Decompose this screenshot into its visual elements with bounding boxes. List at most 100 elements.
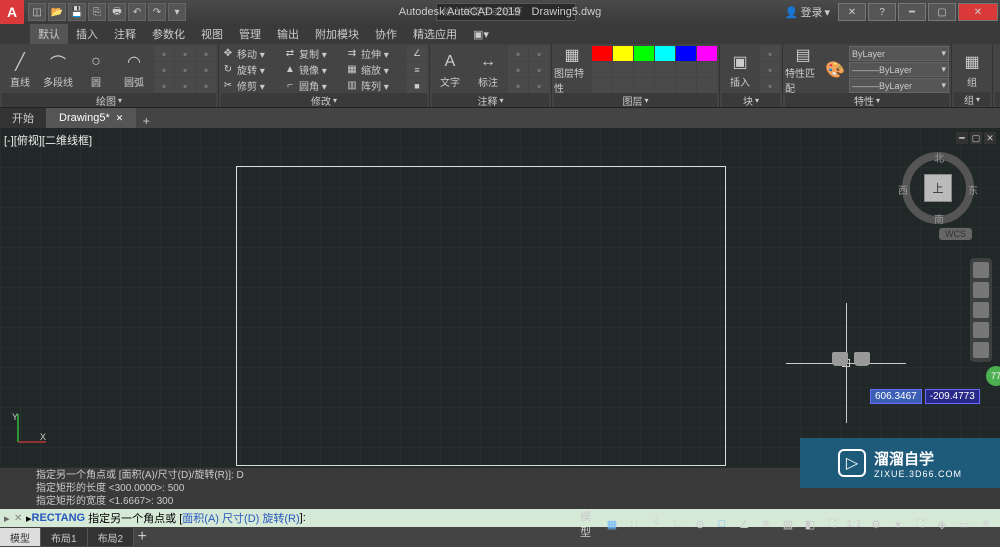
status-lwt-button[interactable]: ≡ bbox=[756, 515, 776, 533]
dynamic-input[interactable]: 606.3467 -209.4773 bbox=[870, 389, 980, 404]
ribbon-tiny-btn[interactable]: ▫ bbox=[529, 78, 549, 93]
ribbon-overflow-icon[interactable]: ▣▾ bbox=[465, 24, 497, 44]
ribbon-tiny-btn[interactable]: ▫ bbox=[529, 62, 549, 77]
ribbon-small-btn[interactable]: ▦缩放 ▾ bbox=[345, 62, 405, 77]
ribbon-tiny-btn[interactable]: ▫ bbox=[508, 78, 528, 93]
help-icon[interactable]: ? bbox=[868, 3, 896, 21]
layer-color-swatch[interactable] bbox=[613, 46, 633, 61]
new-tab-button[interactable]: + bbox=[136, 114, 156, 128]
doc-tab[interactable]: Drawing5*✕ bbox=[47, 108, 136, 128]
minimize-button[interactable]: ━ bbox=[898, 3, 926, 21]
layer-color-swatch[interactable] bbox=[676, 78, 696, 93]
ribbon-panel-label[interactable]: 注释 ▾ bbox=[432, 93, 549, 107]
viewcube[interactable]: 上 北 南 东 西 bbox=[902, 152, 974, 224]
layer-color-swatch[interactable] bbox=[613, 62, 633, 77]
layer-color-swatch[interactable] bbox=[655, 46, 675, 61]
ribbon-panel-label[interactable]: 图层 ▾ bbox=[554, 93, 717, 107]
ribbon-big-btn[interactable]: ○圆 bbox=[78, 47, 114, 93]
ribbon-tiny-btn[interactable]: ▫ bbox=[529, 46, 549, 61]
layer-color-swatch[interactable] bbox=[592, 46, 612, 61]
color-picker-icon[interactable]: 🎨 bbox=[823, 47, 847, 93]
status-ortho-button[interactable]: ∟ bbox=[668, 515, 688, 533]
layer-color-swatch[interactable] bbox=[634, 62, 654, 77]
ribbon-panel-label[interactable]: 实用工具 ▾ bbox=[995, 92, 1000, 106]
ribbon-tiny-btn[interactable]: ▫ bbox=[154, 78, 174, 93]
ribbon-tab-6[interactable]: 输出 bbox=[269, 24, 307, 44]
status-max-button[interactable]: ⛶ bbox=[910, 515, 930, 533]
ribbon-tiny-btn[interactable]: ▫ bbox=[196, 62, 216, 77]
viewcube-s[interactable]: 南 bbox=[934, 211, 944, 226]
ribbon-tiny-btn[interactable]: ▫ bbox=[508, 62, 528, 77]
ribbon-big-btn[interactable]: A文字 bbox=[432, 47, 468, 93]
ribbon-small-btn[interactable]: ⇉拉伸 ▾ bbox=[345, 46, 405, 61]
ribbon-big-btn[interactable]: 📐测量 bbox=[995, 46, 1000, 92]
layout-tab[interactable]: 布局1 bbox=[41, 528, 88, 546]
property-combo[interactable]: ———ByLayer▾ bbox=[849, 62, 949, 77]
layout-tab[interactable]: 布局2 bbox=[88, 528, 135, 546]
status-gear-button[interactable]: ⚙ bbox=[866, 515, 886, 533]
drawing-canvas[interactable]: [-][俯视][二维线框] ━ ▢ ✕ 606.3467 -209.4773 X… bbox=[0, 128, 1000, 468]
status-cyc-button[interactable]: ◧ bbox=[800, 515, 820, 533]
viewport-label[interactable]: [-][俯视][二维线框] bbox=[4, 132, 92, 148]
layer-color-swatch[interactable] bbox=[592, 78, 612, 93]
ribbon-tiny-btn[interactable]: ▫ bbox=[154, 46, 174, 61]
status-ann-button[interactable]: ⛶ bbox=[822, 515, 842, 533]
ribbon-tiny-btn[interactable]: ▫ bbox=[175, 62, 195, 77]
ribbon-tiny-btn[interactable]: ▫ bbox=[760, 62, 780, 77]
status-polar-button[interactable]: ⊙ bbox=[690, 515, 710, 533]
cmd-opt-rot[interactable]: 旋转(R) bbox=[262, 510, 299, 526]
nav-wheel-icon[interactable] bbox=[973, 262, 989, 278]
doc-tab[interactable]: 开始 bbox=[0, 108, 47, 128]
status-custom-button[interactable]: ≡ bbox=[976, 515, 996, 533]
ribbon-big-btn[interactable]: ↔标注 bbox=[470, 47, 506, 93]
status-iso-button[interactable]: ◈ bbox=[932, 515, 952, 533]
ribbon-tab-0[interactable]: 默认 bbox=[30, 24, 68, 44]
ribbon-tiny-btn[interactable]: ▫ bbox=[175, 46, 195, 61]
layer-color-swatch[interactable] bbox=[697, 62, 717, 77]
canvas-close-button[interactable]: ✕ bbox=[984, 132, 996, 144]
ribbon-big-btn[interactable]: ▤特性匹配 bbox=[785, 47, 821, 93]
canvas-restore-button[interactable]: ▢ bbox=[970, 132, 982, 144]
ribbon-tiny-btn[interactable]: ▫ bbox=[154, 62, 174, 77]
close-icon[interactable]: ✕ bbox=[116, 113, 124, 124]
layer-color-swatch[interactable] bbox=[634, 78, 654, 93]
close-button[interactable]: ✕ bbox=[958, 3, 998, 21]
ribbon-tiny-btn[interactable]: ▫ bbox=[760, 78, 780, 93]
status-scale-button[interactable]: 1:1 bbox=[844, 515, 864, 533]
viewcube-n[interactable]: 北 bbox=[934, 150, 944, 165]
qat-new-icon[interactable]: ◫ bbox=[28, 3, 46, 21]
ribbon-tab-8[interactable]: 协作 bbox=[367, 24, 405, 44]
layer-color-swatch[interactable] bbox=[697, 46, 717, 61]
ribbon-panel-label[interactable]: 修改 ▾ bbox=[221, 93, 427, 107]
exchange-icon[interactable]: ✕ bbox=[838, 3, 866, 21]
status-osnap-button[interactable]: □ bbox=[712, 515, 732, 533]
wcs-badge[interactable]: WCS bbox=[939, 228, 972, 240]
nav-zoom-icon[interactable] bbox=[973, 302, 989, 318]
cmd-opt-area[interactable]: 面积(A) bbox=[182, 510, 219, 526]
ribbon-tab-4[interactable]: 视图 bbox=[193, 24, 231, 44]
layout-tab[interactable]: 模型 bbox=[0, 528, 41, 546]
cmd-opt-dim[interactable]: 尺寸(D) bbox=[222, 510, 259, 526]
property-combo[interactable]: ByLayer▾ bbox=[849, 46, 949, 61]
nav-pan-icon[interactable] bbox=[973, 282, 989, 298]
ribbon-big-btn[interactable]: ▦组 bbox=[954, 46, 990, 92]
ribbon-tiny-btn[interactable]: ▫ bbox=[508, 46, 528, 61]
ribbon-tiny-btn[interactable]: ■ bbox=[407, 78, 427, 93]
layer-color-swatch[interactable] bbox=[697, 78, 717, 93]
layer-color-swatch[interactable] bbox=[613, 78, 633, 93]
ribbon-small-btn[interactable]: ⇄复制 ▾ bbox=[283, 46, 343, 61]
ribbon-tiny-btn[interactable]: ▫ bbox=[760, 46, 780, 61]
ribbon-tab-5[interactable]: 管理 bbox=[231, 24, 269, 44]
status-clean-button[interactable]: ▭ bbox=[954, 515, 974, 533]
layer-color-swatch[interactable] bbox=[676, 62, 696, 77]
layer-color-swatch[interactable] bbox=[592, 62, 612, 77]
ribbon-big-btn[interactable]: ▣插入 bbox=[722, 47, 758, 93]
ribbon-tiny-btn[interactable]: ≡ bbox=[407, 62, 427, 77]
viewcube-e[interactable]: 东 bbox=[968, 182, 978, 197]
nav-orbit-icon[interactable] bbox=[973, 322, 989, 338]
ribbon-big-btn[interactable]: ⌒多段线 bbox=[40, 47, 76, 93]
qat-plot-icon[interactable]: 🖶 bbox=[108, 3, 126, 21]
ribbon-small-btn[interactable]: ⌐圆角 ▾ bbox=[283, 78, 343, 93]
ribbon-big-btn[interactable]: ▦图层特性 bbox=[554, 47, 590, 93]
ribbon-tiny-btn[interactable]: ▫ bbox=[175, 78, 195, 93]
